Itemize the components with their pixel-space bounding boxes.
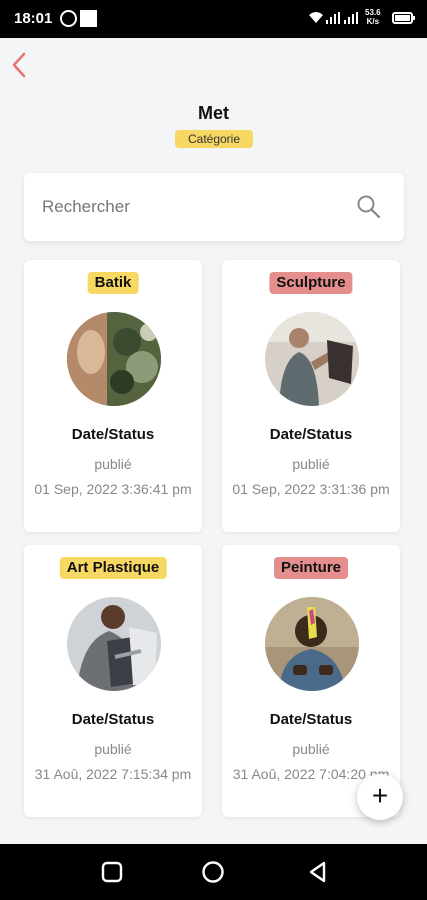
signal-icon [326,12,340,24]
search-bar [24,173,404,241]
plus-icon: + [371,780,389,811]
status-bar: 18:01 53.6 K/s [0,0,427,38]
artwork-thumbnail [67,312,161,406]
artwork-thumbnail [265,597,359,691]
artwork-thumbnail [67,597,161,691]
battery-icon [392,12,415,24]
square-icon [101,861,123,883]
artwork-card[interactable]: Sculpture Date/Status publié 01 Sep, 202… [222,260,400,532]
card-status: publié [94,456,132,472]
triangle-back-icon [309,861,326,883]
card-label: Date/Status [269,426,353,443]
back-system-button[interactable] [306,860,330,889]
home-button[interactable] [201,860,225,889]
circle-icon [202,861,224,883]
card-date: 01 Sep, 2022 3:31:36 pm [232,481,390,497]
artwork-thumbnail [265,312,359,406]
notification-icon [80,10,97,27]
signal-icon-2 [344,12,358,24]
recent-apps-button[interactable] [100,860,124,889]
card-status: publié [292,741,330,757]
back-button[interactable] [8,50,32,80]
category-tag: Art Plastique [59,557,167,579]
wifi-icon [308,10,324,27]
card-status: publié [94,741,132,757]
search-button[interactable] [356,194,382,225]
card-label: Date/Status [71,711,155,728]
page-title: Met [198,103,229,123]
card-label: Date/Status [269,711,353,728]
search-input[interactable] [42,193,342,221]
artwork-card[interactable]: Batik Date/Status publié 01 Sep, 2022 3:… [24,260,202,532]
card-date: 01 Sep, 2022 3:36:41 pm [34,481,192,497]
whatsapp-icon [60,10,77,27]
card-label: Date/Status [71,426,155,443]
add-button[interactable]: + [357,774,403,820]
category-badge: Catégorie [175,130,253,148]
category-tag: Sculpture [269,272,353,294]
artwork-card[interactable]: Art Plastique Date/Status publié 31 Aoû,… [24,545,202,817]
card-date: 31 Aoû, 2022 7:15:34 pm [34,766,192,782]
chevron-left-icon [12,52,26,78]
category-tag: Batik [87,272,139,294]
card-status: publié [292,456,330,472]
search-icon [357,195,381,219]
network-speed: 53.6 K/s [365,8,381,26]
status-time: 18:01 [14,10,53,27]
system-nav-bar [0,844,427,900]
category-tag: Peinture [273,557,349,579]
